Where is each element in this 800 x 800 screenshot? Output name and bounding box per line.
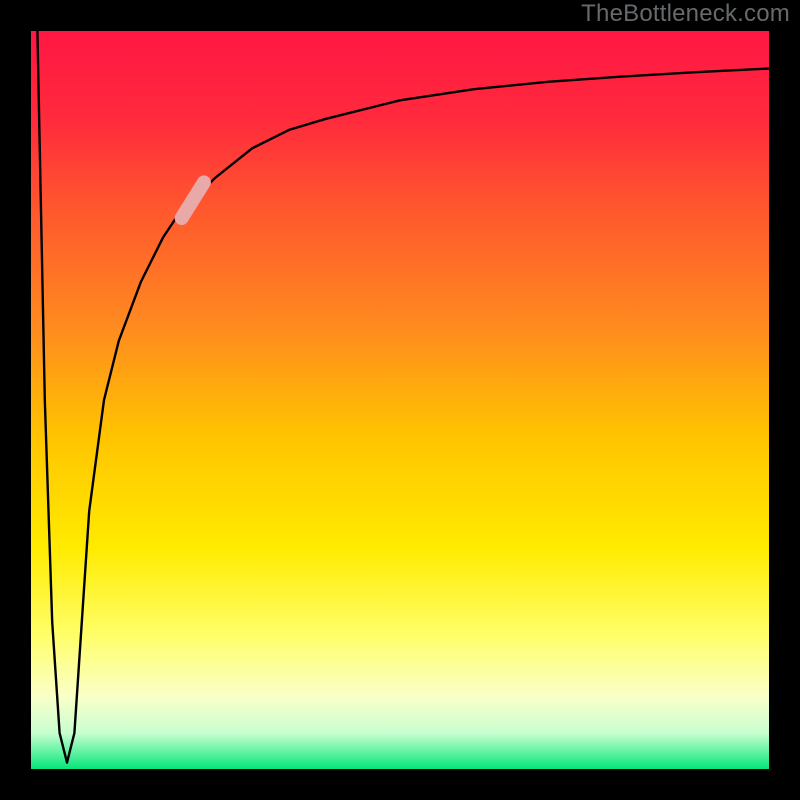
plot-area (30, 30, 770, 770)
chart-svg (0, 0, 800, 800)
chart-container: TheBottleneck.com (0, 0, 800, 800)
watermark: TheBottleneck.com (581, 0, 790, 28)
